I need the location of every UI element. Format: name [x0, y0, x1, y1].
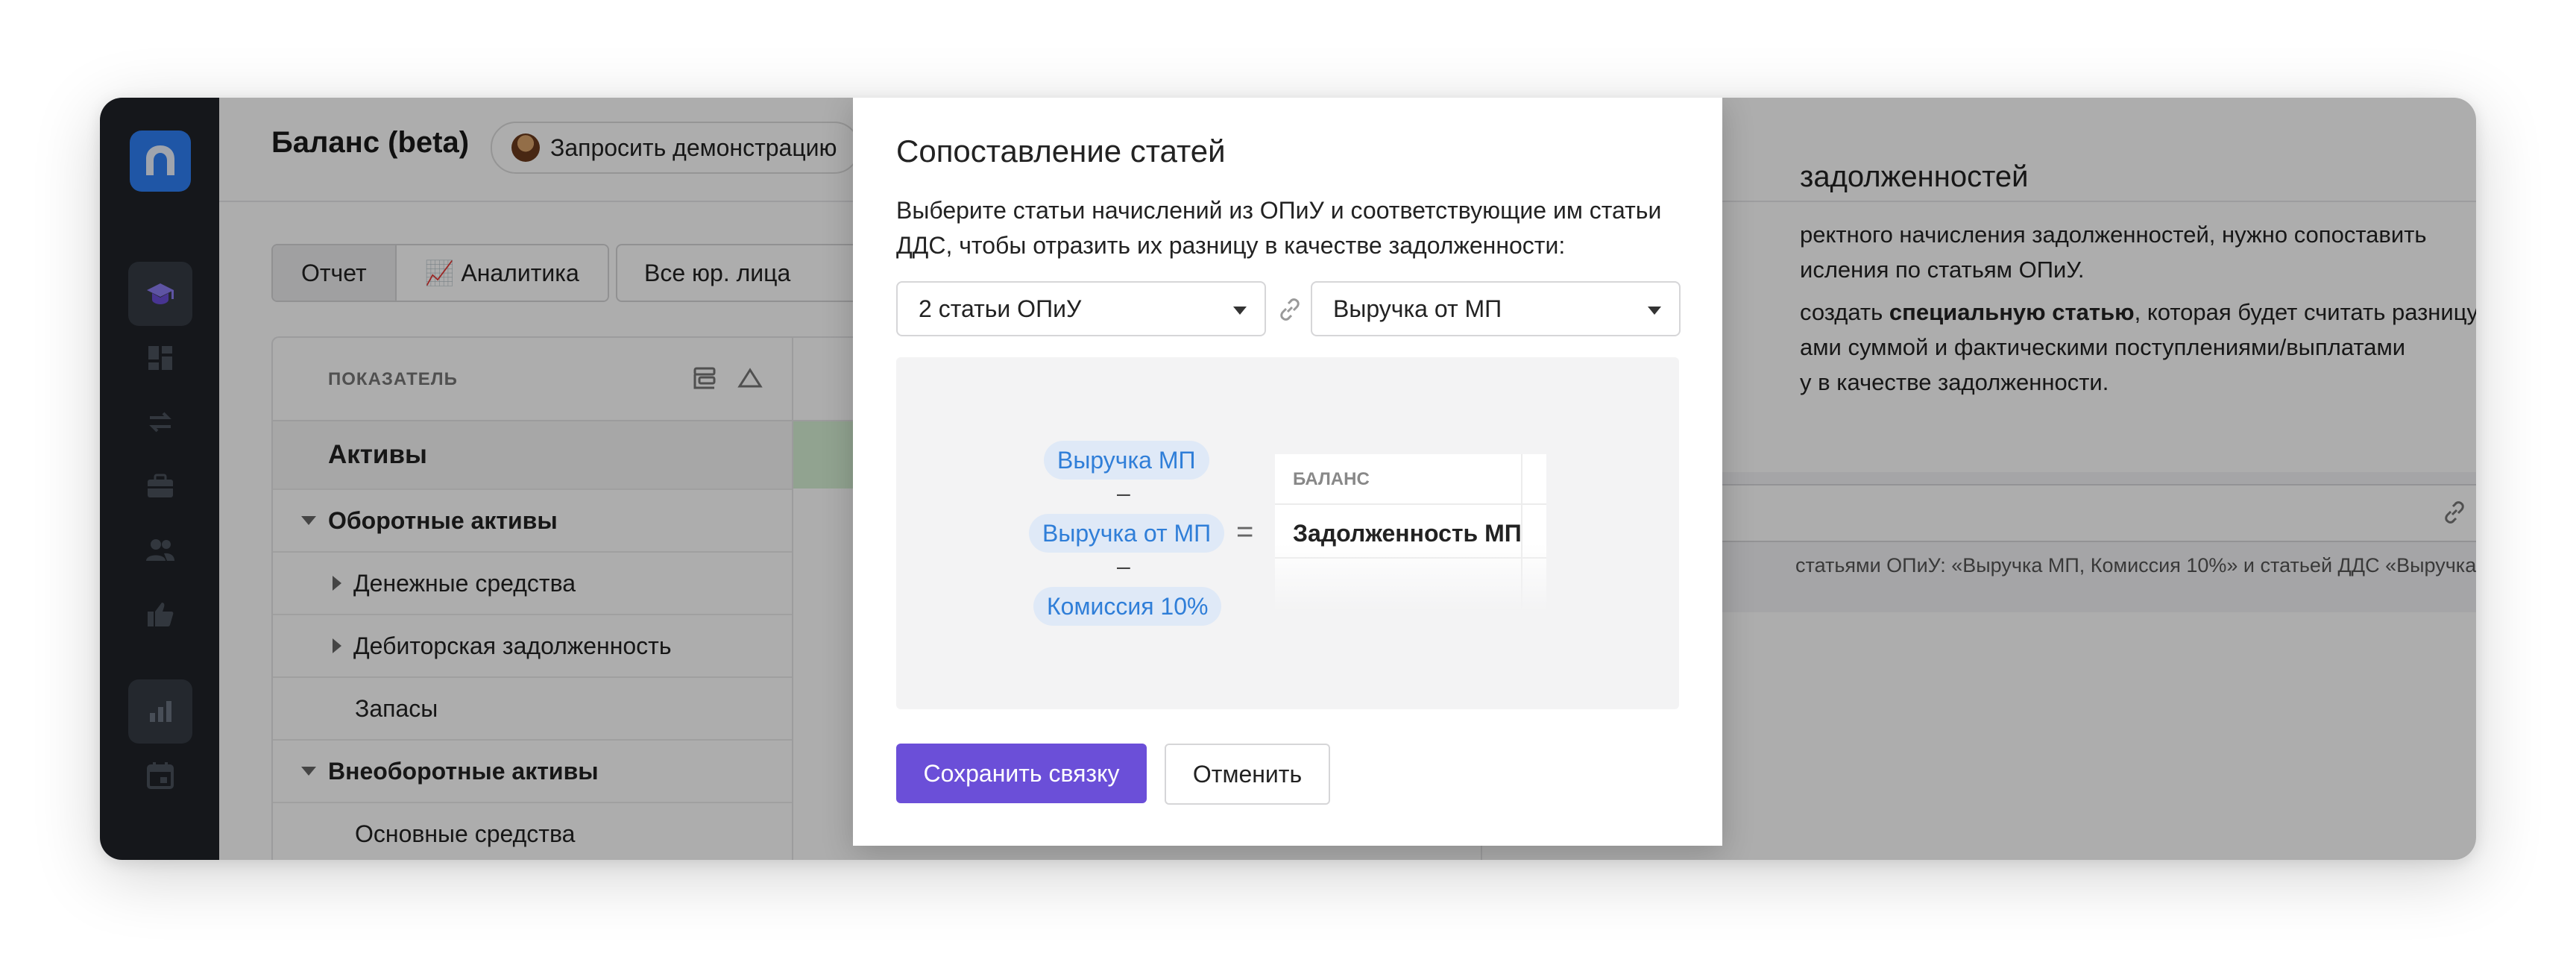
chevron-down-icon	[1648, 307, 1661, 315]
pnl-items-value: 2 статьи ОПиУ	[919, 295, 1082, 322]
formula-item: Выручка МП	[1044, 441, 1209, 480]
app-window: Баланс (beta) Запросить демонстрацию Отч…	[100, 98, 2476, 860]
equals-sign: =	[1236, 515, 1254, 548]
cashflow-item-select[interactable]: Выручка от МП	[1311, 281, 1681, 336]
minus-sign: –	[1117, 480, 1130, 506]
formula-illustration: Выручка МП – Выручка от МП – Комиссия 10…	[896, 357, 1679, 709]
dialog-description: Выберите статьи начислений из ОПиУ и соо…	[896, 197, 1662, 259]
link-icon	[1280, 298, 1300, 321]
save-link-button[interactable]: Сохранить связку	[896, 744, 1147, 803]
minus-sign: –	[1117, 553, 1130, 579]
cancel-button[interactable]: Отменить	[1165, 744, 1330, 805]
chevron-down-icon	[1233, 307, 1247, 315]
balance-preview-table: БАЛАНС Задолженность МП	[1275, 454, 1546, 611]
mapping-dialog: Сопоставление статей Выберите статьи нач…	[853, 98, 1722, 846]
pnl-items-select[interactable]: 2 статьи ОПиУ	[896, 281, 1266, 336]
dialog-title: Сопоставление статей	[896, 133, 1226, 169]
balance-preview-header: БАЛАНС	[1293, 469, 1370, 489]
formula-item: Выручка от МП	[1029, 514, 1225, 553]
formula-item: Комиссия 10%	[1033, 587, 1222, 626]
cashflow-item-value: Выручка от МП	[1333, 295, 1502, 322]
